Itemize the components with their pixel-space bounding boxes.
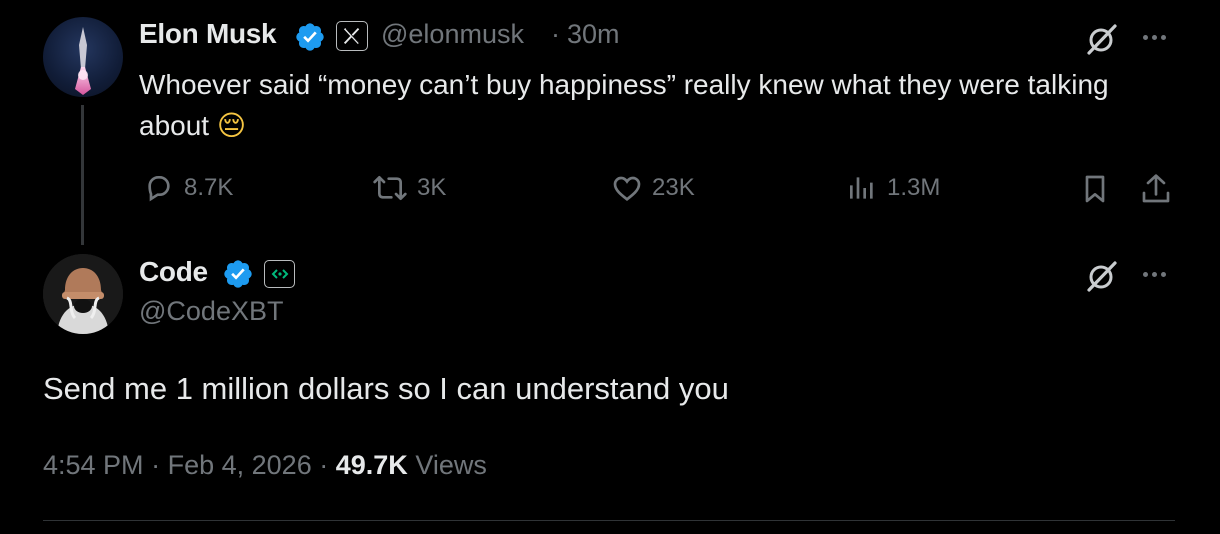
author-handle[interactable]: @elonmusk — [381, 19, 524, 50]
reply-icon — [148, 176, 170, 202]
reply-time[interactable]: 4:54 PM — [43, 450, 144, 480]
views-chart-icon — [850, 177, 873, 199]
reply-count: 8.7K — [184, 174, 234, 201]
reply-metadata: 4:54 PM · Feb 4, 2026 · 49.7K Views — [43, 450, 487, 481]
avatar-codexbt[interactable] — [43, 254, 123, 334]
x-logo-icon — [343, 27, 360, 45]
affiliate-badge[interactable] — [264, 260, 295, 288]
pensive-emoji: 😔 — [216, 109, 247, 142]
verified-badge-icon[interactable] — [294, 21, 326, 53]
separator-dot: · — [319, 450, 329, 480]
grok-icon[interactable] — [1085, 22, 1119, 56]
more-icon[interactable] — [1143, 35, 1166, 40]
repost-count: 3K — [417, 174, 447, 201]
separator-dot: · — [151, 450, 161, 480]
bookmark-icon[interactable] — [1079, 172, 1111, 206]
avatar-image — [43, 254, 123, 334]
reply-button[interactable]: 8.7K — [142, 172, 233, 204]
separator-dot: · — [551, 19, 560, 49]
like-button[interactable]: 23K — [610, 172, 695, 204]
x-affiliate-badge[interactable] — [336, 21, 368, 51]
reply-text: Send me 1 million dollars so I can under… — [43, 371, 729, 406]
reply-author-handle[interactable]: @CodeXBT — [139, 296, 283, 327]
more-icon[interactable] — [1143, 272, 1166, 277]
code-affiliate-icon — [271, 269, 288, 279]
divider — [43, 520, 1175, 521]
tweet-text: Whoever said “money can’t buy happiness”… — [139, 64, 1139, 146]
tweet-text-content: Whoever said “money can’t buy happiness”… — [139, 69, 1109, 141]
tweet-time-ago[interactable]: 30m — [567, 19, 620, 50]
share-icon[interactable] — [1140, 171, 1172, 207]
reply-author-name[interactable]: Code — [139, 256, 208, 288]
verified-badge-icon[interactable] — [222, 258, 254, 290]
reply-date[interactable]: Feb 4, 2026 — [168, 450, 312, 480]
avatar-image — [75, 27, 91, 95]
heart-icon — [613, 176, 641, 202]
views-count: 1.3M — [887, 174, 941, 201]
like-count: 23K — [652, 174, 695, 201]
repost-icon — [373, 176, 407, 200]
thread-connector-line — [81, 105, 84, 245]
reply-views-count[interactable]: 49.7K — [336, 450, 408, 480]
reply-views-label: Views — [415, 450, 487, 480]
author-name[interactable]: Elon Musk — [139, 18, 277, 50]
grok-icon[interactable] — [1085, 259, 1119, 293]
views-button[interactable]: 1.3M — [845, 172, 940, 204]
avatar-elonmusk[interactable] — [43, 17, 123, 97]
repost-button[interactable]: 3K — [371, 172, 446, 204]
